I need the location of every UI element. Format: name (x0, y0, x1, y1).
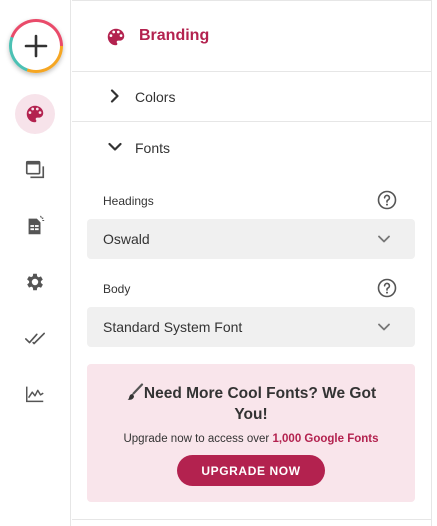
help-icon[interactable] (377, 278, 397, 298)
chevron-down-icon (378, 323, 390, 331)
headings-font-select[interactable]: Oswald (87, 219, 415, 259)
chevron-right-icon (110, 89, 119, 103)
add-button[interactable] (9, 19, 63, 73)
help-icon[interactable] (377, 190, 397, 210)
plus-icon (24, 34, 48, 58)
body-font-select[interactable]: Standard System Font (87, 307, 415, 347)
fonts-label: Fonts (135, 140, 171, 156)
body-label: Body (103, 282, 131, 296)
chevron-down-icon (108, 142, 122, 151)
promo-subtext: Upgrade now to access over 1,000 Google … (123, 433, 379, 445)
paintbrush-icon (127, 383, 143, 400)
fonts-section-toggle[interactable]: Fonts (72, 123, 431, 173)
page-title: Branding (139, 27, 210, 44)
chevron-down-icon (378, 235, 390, 243)
side-rail (0, 0, 71, 526)
palette-icon (107, 28, 125, 46)
rail-analytics[interactable] (15, 374, 55, 414)
promo-headline: Need More Cool Fonts? We Got You! (87, 383, 415, 425)
branding-panel: Branding Colors Fonts Headings Oswald Bo… (72, 0, 431, 526)
headings-font-value: Oswald (103, 231, 150, 247)
rail-pages[interactable] (15, 150, 55, 190)
colors-label: Colors (135, 89, 176, 105)
double-check-icon (25, 332, 45, 345)
gear-icon (27, 273, 43, 291)
palette-icon (26, 105, 44, 123)
rail-review[interactable] (15, 318, 55, 358)
google-fonts-highlight: 1,000 Google Fonts (272, 433, 379, 445)
upgrade-promo-card: Need More Cool Fonts? We Got You! Upgrad… (87, 364, 415, 502)
rail-branding[interactable] (15, 94, 55, 134)
panel-header: Branding (72, 0, 431, 72)
rail-sheet[interactable] (15, 206, 55, 246)
colors-section-toggle[interactable]: Colors (72, 72, 431, 122)
headings-label: Headings (103, 194, 154, 208)
window-stack-icon (25, 160, 45, 179)
sheet-icon (28, 215, 45, 235)
rail-settings[interactable] (15, 262, 55, 302)
upgrade-now-button[interactable]: UPGRADE NOW (177, 455, 325, 486)
body-font-value: Standard System Font (103, 319, 243, 335)
chart-icon (26, 386, 44, 403)
